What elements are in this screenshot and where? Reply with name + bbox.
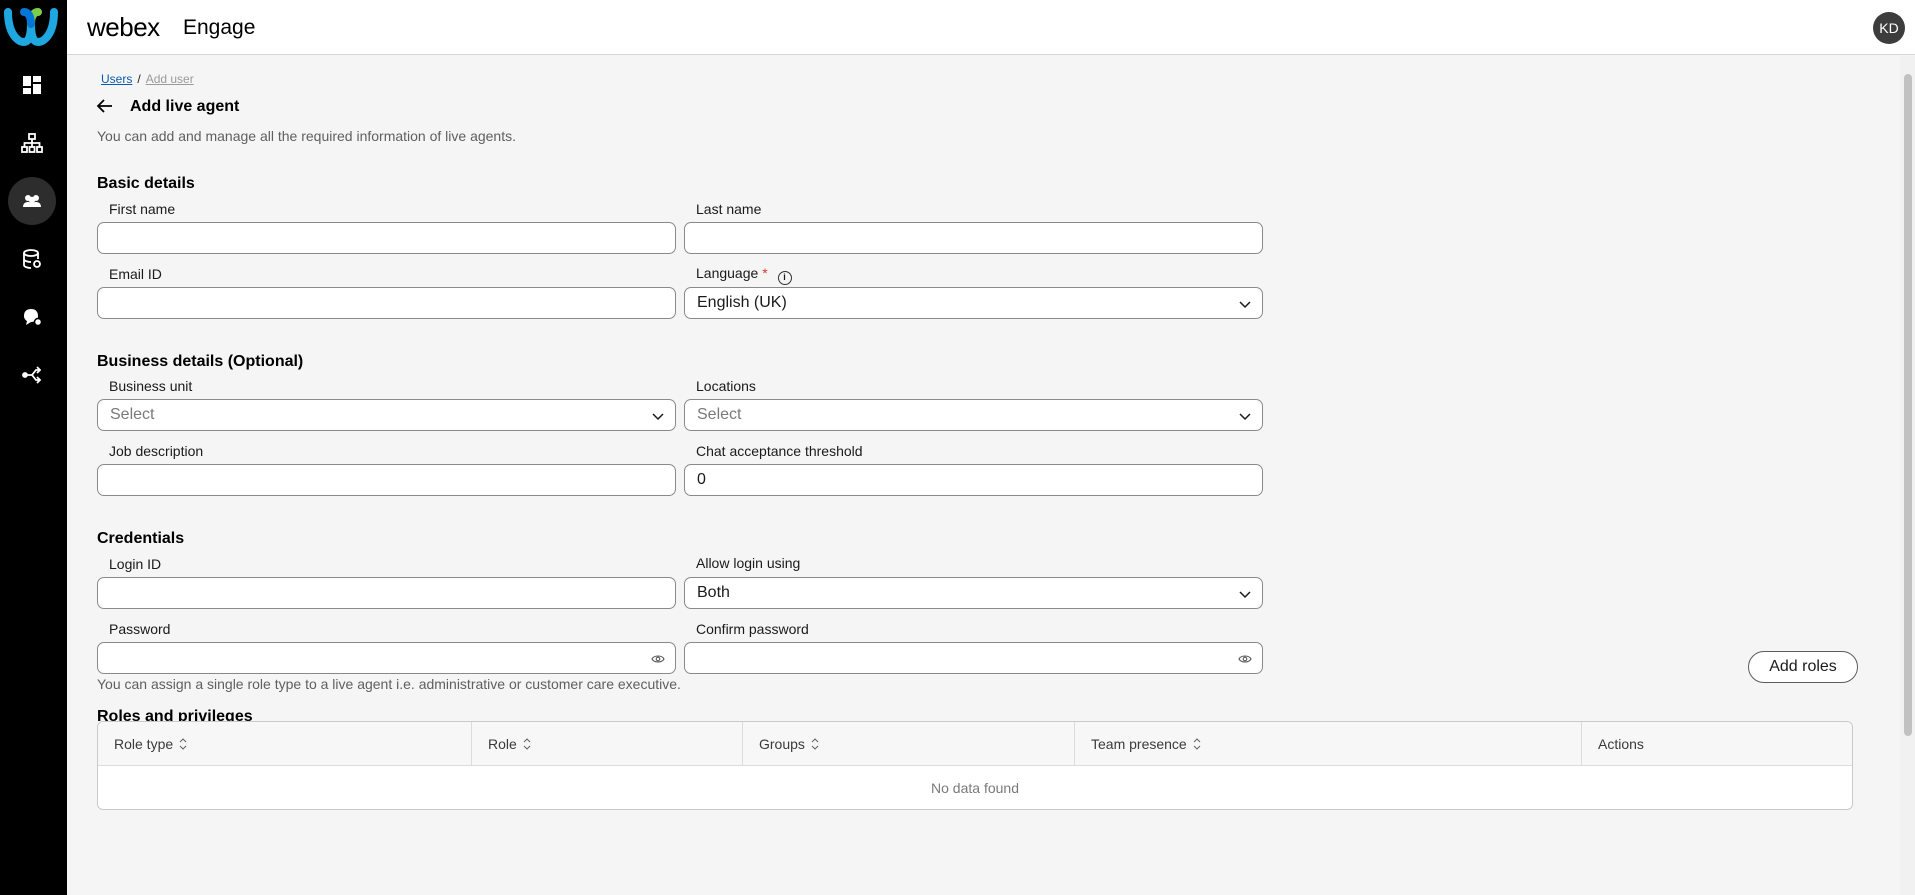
scrollbar-thumb[interactable]	[1904, 74, 1912, 736]
chat-bubbles-icon	[24, 309, 43, 327]
dashboard-icon	[23, 76, 41, 94]
business-unit-select[interactable]: Select	[97, 399, 676, 431]
eye-icon[interactable]	[1238, 653, 1252, 665]
column-groups[interactable]: Groups	[743, 722, 1075, 766]
info-icon[interactable]: i	[777, 271, 792, 285]
email-input[interactable]	[97, 287, 676, 319]
job-description-input[interactable]	[97, 464, 676, 496]
roles-description: You can assign a single role type to a l…	[97, 676, 681, 692]
business-unit-placeholder: Select	[110, 406, 155, 423]
column-role[interactable]: Role	[472, 722, 743, 766]
confirm-password-input[interactable]	[684, 642, 1263, 674]
language-label-group: Language * i	[696, 265, 792, 285]
nav-routing[interactable]	[8, 351, 56, 399]
password-input[interactable]	[97, 642, 676, 674]
language-select[interactable]: English (UK)	[684, 287, 1263, 319]
password-label: Password	[109, 621, 171, 637]
back-arrow-icon[interactable]	[95, 96, 115, 116]
chat-threshold-label: Chat acceptance threshold	[696, 443, 863, 459]
allow-login-value: Both	[697, 584, 730, 601]
users-icon	[23, 195, 41, 207]
breadcrumb: Users / Add user	[101, 72, 194, 86]
column-role-type[interactable]: Role type	[98, 722, 472, 766]
page-description: You can add and manage all the required …	[97, 128, 516, 144]
chevron-down-icon	[1239, 413, 1251, 421]
breadcrumb-current: Add user	[145, 72, 194, 86]
locations-placeholder: Select	[697, 406, 742, 423]
first-name-input[interactable]	[97, 222, 676, 254]
sort-icon	[811, 738, 819, 750]
basic-details-heading: Basic details	[97, 175, 195, 192]
page-title: Add live agent	[130, 98, 240, 115]
column-label: Team presence	[1091, 736, 1187, 752]
locations-select[interactable]: Select	[684, 399, 1263, 431]
empty-state: No data found	[931, 780, 1019, 796]
chevron-down-icon	[1239, 591, 1251, 599]
add-roles-button[interactable]: Add roles	[1748, 651, 1858, 683]
job-description-label: Job description	[109, 443, 204, 459]
page-scrollbar[interactable]	[1900, 56, 1915, 895]
allow-login-select[interactable]: Both	[684, 577, 1263, 609]
locations-label: Locations	[696, 378, 756, 394]
breadcrumb-separator: /	[137, 72, 141, 86]
email-label: Email ID	[109, 266, 162, 282]
sort-icon	[179, 738, 187, 750]
webex-logo[interactable]	[4, 4, 58, 46]
nav-database[interactable]	[8, 235, 56, 283]
avatar[interactable]: KD	[1873, 12, 1905, 44]
column-team-presence[interactable]: Team presence	[1075, 722, 1582, 766]
left-nav-rail	[0, 0, 67, 895]
breadcrumb-users-link[interactable]: Users	[101, 72, 132, 86]
nav-users[interactable]	[8, 177, 56, 225]
credentials-heading: Credentials	[97, 530, 185, 547]
first-name-label: First name	[109, 201, 176, 217]
sort-icon	[523, 738, 531, 750]
routing-icon	[22, 366, 42, 384]
last-name-input[interactable]	[684, 222, 1263, 254]
main-content: Users / Add user Add live agent You can ad…	[67, 56, 1900, 895]
column-label: Role type	[114, 736, 174, 752]
column-label: Role	[488, 736, 517, 752]
chat-threshold-value: 0	[697, 471, 706, 488]
required-asterisk: *	[762, 265, 768, 281]
language-value: English (UK)	[697, 294, 787, 311]
org-chart-icon	[21, 133, 43, 153]
nav-chat[interactable]	[8, 293, 56, 341]
chat-threshold-input[interactable]: 0	[684, 464, 1263, 496]
chevron-down-icon	[652, 413, 664, 421]
business-details-heading: Business details (Optional)	[97, 353, 304, 370]
chevron-down-icon	[1239, 301, 1251, 309]
business-unit-label: Business unit	[109, 378, 193, 394]
brand-wordmark: webex	[87, 12, 160, 42]
eye-icon[interactable]	[651, 653, 665, 665]
language-label: Language	[696, 265, 759, 281]
nav-dashboard[interactable]	[8, 61, 56, 109]
confirm-password-label: Confirm password	[696, 621, 809, 637]
table-header: Role type Role Groups Team presence Acti…	[98, 722, 1852, 766]
product-name: Engage	[183, 16, 256, 39]
nav-org-chart[interactable]	[8, 119, 56, 167]
roles-table: Role type Role Groups Team presence Acti…	[97, 721, 1853, 810]
allow-login-label: Allow login using	[696, 555, 801, 571]
login-id-label: Login ID	[109, 556, 162, 572]
column-label: Actions	[1598, 736, 1644, 752]
login-id-input[interactable]	[97, 577, 676, 609]
column-label: Groups	[759, 736, 805, 752]
sort-icon	[1193, 738, 1201, 750]
column-actions: Actions	[1582, 722, 1852, 766]
last-name-label: Last name	[696, 201, 762, 217]
top-header: webex Engage KD	[67, 0, 1915, 55]
database-icon	[23, 249, 41, 269]
